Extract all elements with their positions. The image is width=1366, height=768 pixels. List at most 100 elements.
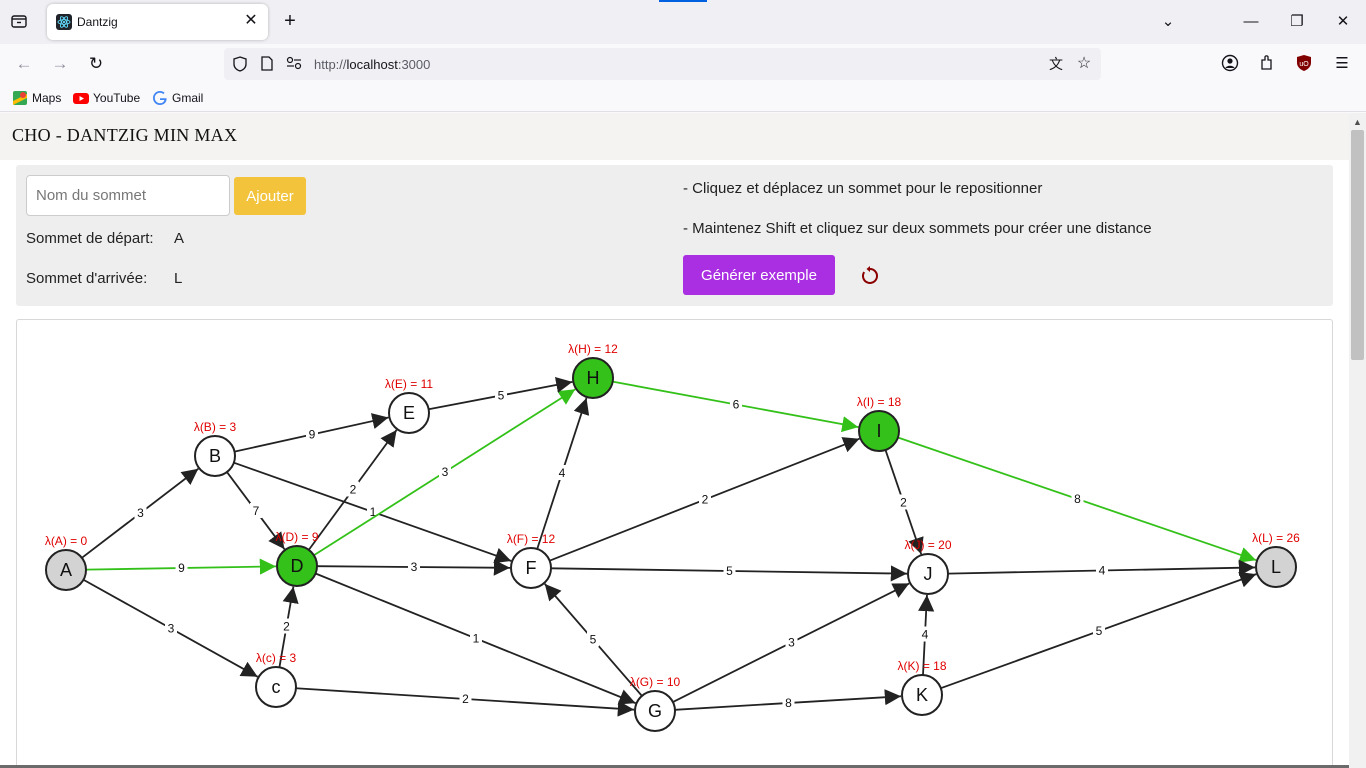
edge-weight-label: 5 [1096,624,1103,638]
edge-weight-label: 4 [1099,564,1106,578]
close-window-icon[interactable]: ✕ [1333,12,1353,32]
minimize-icon[interactable]: — [1241,12,1261,32]
back-icon[interactable]: ← [14,54,34,74]
edge-weight-label: 4 [922,628,929,642]
scroll-up-icon[interactable]: ▲ [1349,115,1366,129]
edge-weight-label: 2 [462,692,469,706]
reload-icon[interactable]: ↻ [86,54,106,74]
vertex-lambda-label: λ(c) = 3 [256,651,297,665]
account-icon[interactable] [1220,54,1240,74]
scrollbar-thumb[interactable] [1351,130,1364,360]
menu-icon[interactable]: ☰ [1332,54,1352,74]
vertex-lambda-label: λ(E) = 11 [385,377,433,391]
edge-weight-label: 2 [702,493,709,507]
edge-weight-label: 4 [559,466,566,480]
edge-weight-label: 3 [137,506,144,520]
add-vertex-button[interactable]: Ajouter [234,177,306,215]
bookmark-star-icon[interactable]: ☆ [1076,56,1092,72]
youtube-icon [73,90,89,106]
start-vertex-value: A [174,230,185,247]
new-tab-icon[interactable]: + [280,10,300,32]
hint-drag: - Cliquez et déplacez un sommet pour le … [683,180,1043,197]
vertex-label: E [403,403,415,423]
bookmark-youtube[interactable]: YouTube [73,90,140,106]
bookmark-gmail[interactable]: Gmail [152,90,203,106]
vertex-label: c [272,677,281,697]
vertex-label: K [916,685,928,705]
tab-bar-accent [659,0,707,2]
svg-text:uO: uO [1299,61,1309,68]
control-panel: Ajouter Sommet de départ: A Sommet d'arr… [16,165,1333,306]
vertex-lambda-label: λ(D) = 9 [275,530,318,544]
edge-weight-label: 9 [178,561,185,575]
url-host: localhost [346,57,398,72]
page-scrollbar[interactable]: ▲ [1349,113,1366,768]
vertex-lambda-label: λ(H) = 12 [568,342,618,356]
app-header: CHO - DANTZIG MIN MAX [0,113,1349,160]
permissions-icon[interactable] [286,56,302,72]
url-port: :3000 [397,57,431,72]
graph-canvas[interactable]: 3 9 3 9 7 1 2 2 2 3 3 1 5 4 2 5 5 3 8 6 2 8 4 4 5 Aλ(A) = 0 Bλ(B) … [16,319,1333,768]
page-content: CHO - DANTZIG MIN MAX Ajouter Sommet de … [0,113,1349,768]
navigation-bar: ← → ↻ http://localhost:3000 文 ☆ uO ☰ [0,44,1366,84]
url-bar[interactable]: http://localhost:3000 文 ☆ [224,48,1101,80]
edge-weight-label: 2 [283,620,290,634]
vertex-name-input[interactable] [26,175,230,216]
extensions-icon[interactable] [1257,54,1277,74]
edge-weight-label: 1 [473,632,480,646]
bookmark-label: YouTube [93,91,141,105]
url-scheme: http:// [314,57,347,72]
vertex-label: G [648,701,662,721]
vertex-lambda-label: λ(J) = 20 [904,538,951,552]
vertex-label: A [60,560,72,580]
tab-title: Dantzig [77,15,118,29]
ublock-icon[interactable]: uO [1294,54,1314,74]
vertex-lambda-label: λ(G) = 10 [630,675,681,689]
bookmark-label: Gmail [172,91,204,105]
vertex-lambda-label: λ(A) = 0 [45,534,88,548]
page-icon[interactable] [259,56,275,72]
shield-icon[interactable] [232,56,248,72]
edge-weight-label: 5 [590,633,597,647]
vertex-label: I [876,421,881,441]
reset-icon[interactable] [859,265,881,287]
hint-shift-click: - Maintenez Shift et cliquez sur deux so… [683,220,1152,237]
edge-weight-label: 5 [726,564,733,578]
page-title: CHO - DANTZIG MIN MAX [12,125,238,145]
start-vertex-label: Sommet de départ: [26,230,154,247]
vertex-lambda-label: λ(F) = 12 [507,532,556,546]
tab-list-icon[interactable] [10,12,30,32]
url-text[interactable]: http://localhost:3000 [314,57,430,72]
generate-example-button[interactable]: Générer exemple [683,255,835,295]
end-vertex-label: Sommet d'arrivée: [26,270,148,287]
react-icon [56,14,72,30]
edge-weight-label: 7 [253,504,260,518]
end-vertex-value: L [174,270,183,287]
edge-weight-label: 9 [309,428,316,442]
edge-weight-label: 3 [168,622,175,636]
graph-svg[interactable]: 39397 122233154255 3862 844 5Aλ(A) = 0Bλ(B) … [16,319,1333,768]
browser-tab-bar: Dantzig ✕ + ⌄ — ❐ ✕ [0,0,1366,44]
vertex-lambda-label: λ(B) = 3 [194,420,237,434]
translate-icon[interactable]: 文 [1048,56,1064,72]
edge-weight-label: 5 [498,389,505,403]
google-icon [152,90,168,106]
vertex-lambda-label: λ(I) = 18 [857,395,902,409]
maps-icon [12,90,28,106]
edge-weight-label: 6 [733,398,740,412]
vertex-label: F [526,558,537,578]
restore-icon[interactable]: ❐ [1287,12,1307,32]
tab-close-icon[interactable]: ✕ [242,12,260,30]
edge-weight-label: 8 [1074,492,1081,506]
list-all-tabs-icon[interactable]: ⌄ [1158,12,1178,32]
bookmark-maps[interactable]: Maps [12,90,61,106]
vertex-label: H [587,368,600,388]
bookmarks-bar: Maps YouTube Gmail [0,84,1366,112]
browser-tab[interactable]: Dantzig ✕ [47,4,268,40]
forward-icon[interactable]: → [50,54,70,74]
edge-weight-label: 2 [900,496,907,510]
edge-weight-label: 8 [785,696,792,710]
edge-weight-label: 3 [442,465,449,479]
vertex-lambda-label: λ(K) = 18 [897,659,946,673]
vertex-label: L [1271,557,1281,577]
